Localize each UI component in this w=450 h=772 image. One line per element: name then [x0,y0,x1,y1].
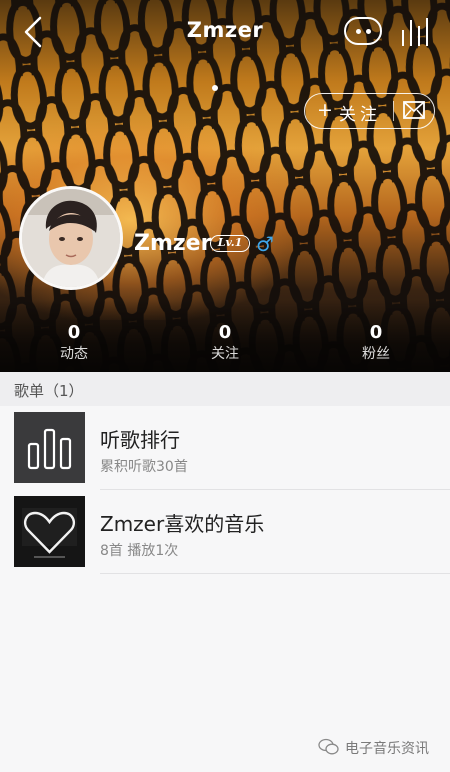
follow-label: 关注 [339,105,381,125]
now-playing-button[interactable] [398,16,434,48]
avatar-portrait [22,189,120,287]
stat-following[interactable]: 0 关注 [165,322,285,364]
level-badge[interactable]: Lv.1 [210,235,250,252]
playlist-meta: 8首 播放1次 [100,543,179,559]
plus-icon: + [317,99,333,121]
profile-stats: 0 动态 0 关注 0 粉丝 [0,322,450,368]
stat-value: 0 [67,322,81,343]
watermark-text: 电子音乐资讯 [345,741,429,757]
stat-label: 动态 [60,346,88,362]
top-bar: Zmzer [0,0,450,64]
playlist-cover [14,496,85,567]
profile-cover: Zmzer + 关注 Zmzer Lv.1 ♂ 0 动态 0 关注 0 粉丝 [0,0,450,372]
playlist-item[interactable]: 听歌排行 累积听歌30首 [0,406,450,490]
follow-button[interactable]: + 关注 [305,94,393,127]
row-divider [100,573,450,574]
playlist-name: Zmzer喜欢的音乐 [100,512,265,536]
playlist-cover [14,412,85,483]
avatar[interactable] [19,186,123,290]
now-playing-icon [402,18,428,46]
heart-icon [14,496,85,567]
message-button[interactable] [394,94,434,127]
stat-value: 0 [369,322,383,343]
page-indicator [212,76,218,95]
playlist-item[interactable]: Zmzer喜欢的音乐 8首 播放1次 [0,490,450,574]
wechat-icon [318,738,339,755]
stat-activity[interactable]: 0 动态 [14,322,134,364]
follow-group: + 关注 [304,93,435,129]
playlist-meta: 累积听歌30首 [100,459,188,475]
male-icon: ♂ [256,232,274,256]
stat-followers[interactable]: 0 粉丝 [316,322,436,364]
username: Zmzer [134,231,212,256]
mail-icon [403,101,425,119]
stat-label: 关注 [211,346,239,362]
more-button[interactable] [344,17,382,45]
stat-value: 0 [218,322,232,343]
bar-chart-icon [14,412,85,483]
section-title: 歌单（1） [14,382,84,400]
page-title: Zmzer [186,18,264,42]
playlist-section-header: 歌单（1） [0,372,450,406]
stat-label: 粉丝 [362,346,390,362]
playlist-name: 听歌排行 [100,428,180,452]
